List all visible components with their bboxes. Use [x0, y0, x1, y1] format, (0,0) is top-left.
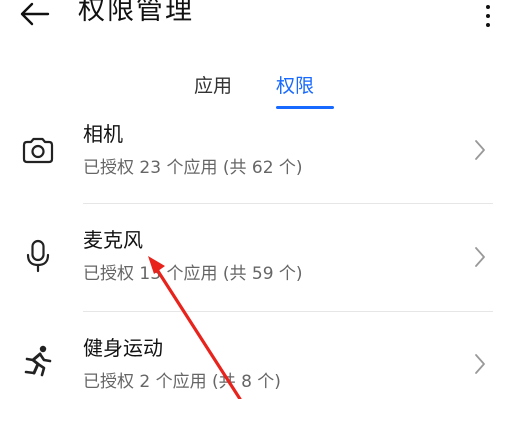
back-button[interactable]	[18, 0, 52, 30]
permission-name: 相机	[83, 122, 123, 146]
permission-item-fitness[interactable]: 健身运动 已授权 2 个应用 (共 8 个)	[0, 334, 524, 424]
running-icon	[24, 345, 52, 377]
camera-icon	[22, 137, 54, 164]
active-tab-indicator	[276, 106, 334, 109]
permission-summary: 已授权 2 个应用 (共 8 个)	[83, 372, 281, 392]
permission-summary: 已授权 13 个应用 (共 59 个)	[83, 264, 303, 284]
app-header: 权限管理	[0, 0, 524, 38]
chevron-right-icon	[475, 247, 485, 267]
list-divider	[83, 203, 493, 204]
permission-name: 麦克风	[83, 228, 143, 252]
more-dot-icon	[486, 23, 490, 27]
permission-item-microphone[interactable]: 麦克风 已授权 13 个应用 (共 59 个)	[0, 226, 524, 316]
tab-apps[interactable]: 应用	[194, 72, 232, 100]
permission-name: 健身运动	[83, 336, 163, 360]
tab-permissions[interactable]: 权限	[276, 72, 314, 100]
chevron-right-icon	[475, 140, 485, 160]
arrow-left-icon	[20, 2, 50, 26]
permission-item-camera[interactable]: 相机 已授权 23 个应用 (共 62 个)	[0, 118, 524, 208]
more-options-button[interactable]	[482, 2, 494, 30]
microphone-icon	[26, 239, 50, 273]
more-dot-icon	[486, 5, 490, 9]
permission-summary: 已授权 23 个应用 (共 62 个)	[83, 158, 303, 178]
page-title: 权限管理	[78, 0, 194, 26]
more-dot-icon	[486, 14, 490, 18]
chevron-right-icon	[475, 354, 485, 374]
list-divider	[83, 311, 493, 312]
